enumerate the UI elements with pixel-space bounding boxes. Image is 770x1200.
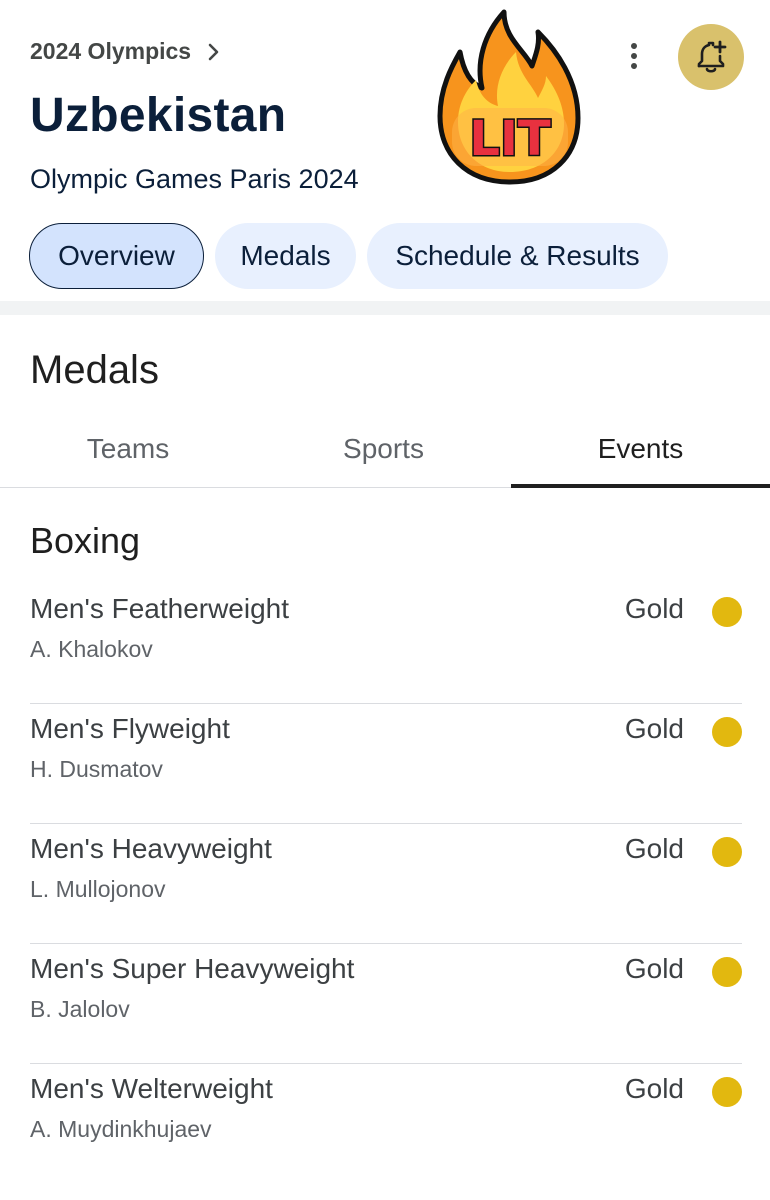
chevron-right-icon (208, 43, 219, 60)
athlete-name: A. Muydinkhujaev (30, 1116, 212, 1142)
notify-button[interactable] (678, 24, 744, 90)
medals-heading: Medals (30, 348, 159, 392)
event-name: Men's Heavyweight (30, 833, 272, 864)
gold-medal-icon (712, 837, 742, 867)
medal-label: Gold (624, 953, 684, 984)
event-row[interactable]: Men's Flyweight H. Dusmatov Gold (30, 704, 742, 824)
event-row[interactable]: Men's Heavyweight L. Mullojonov Gold (30, 824, 742, 944)
medal-label: Gold (624, 833, 684, 864)
medals-tabs: Teams Sports Events (0, 410, 770, 488)
gold-medal-icon (712, 957, 742, 987)
gold-medal-icon (712, 597, 742, 627)
fire-icon: LIT (437, 9, 581, 185)
medal-label: Gold (624, 713, 684, 744)
breadcrumb[interactable]: 2024 Olympics (30, 38, 221, 65)
medal-label: Gold (624, 1073, 684, 1104)
bell-plus-icon (697, 40, 727, 73)
chip-medals[interactable]: Medals (215, 223, 356, 289)
sport-heading: Boxing (30, 520, 141, 561)
tab-events[interactable]: Events (511, 410, 770, 488)
tab-teams[interactable]: Teams (0, 410, 256, 488)
medal-label: Gold (624, 593, 684, 624)
event-name: Men's Welterweight (30, 1073, 273, 1104)
athlete-name: H. Dusmatov (30, 756, 163, 782)
event-row[interactable]: Men's Featherweight A. Khalokov Gold (30, 584, 742, 704)
sticker-label: LIT (469, 111, 550, 167)
more-vert-icon (631, 43, 637, 69)
event-name: Men's Featherweight (30, 593, 290, 624)
athlete-name: B. Jalolov (30, 996, 130, 1022)
more-options-button[interactable] (614, 36, 654, 76)
tab-sports[interactable]: Sports (256, 410, 511, 488)
page-subtitle: Olympic Games Paris 2024 (30, 164, 359, 194)
chip-schedule-results[interactable]: Schedule & Results (367, 223, 668, 289)
event-row[interactable]: Men's Welterweight A. Muydinkhujaev Gold (30, 1064, 742, 1184)
tab-indicator (511, 484, 770, 488)
page-title: Uzbekistan (30, 89, 287, 142)
chip-overview[interactable]: Overview (29, 223, 204, 289)
athlete-name: L. Mullojonov (30, 876, 166, 902)
event-row[interactable]: Men's Super Heavyweight B. Jalolov Gold (30, 944, 742, 1064)
breadcrumb-label: 2024 Olympics (30, 38, 192, 64)
gold-medal-icon (712, 1077, 742, 1107)
event-name: Men's Flyweight (30, 713, 230, 744)
athlete-name: A. Khalokov (30, 636, 153, 662)
event-name: Men's Super Heavyweight (30, 953, 355, 984)
gold-medal-icon (712, 717, 742, 747)
section-divider (0, 301, 770, 315)
